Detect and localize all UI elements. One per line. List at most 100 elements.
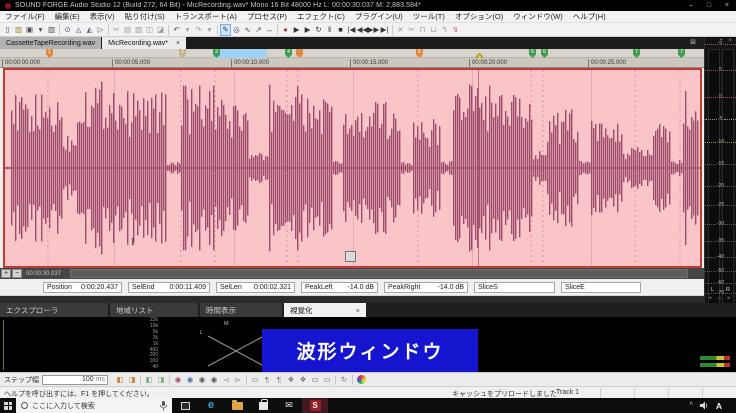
undo-dropdown-icon[interactable]: ▾ (182, 24, 193, 36)
zoom-out-button[interactable]: − (12, 269, 22, 278)
timeline-marker-7[interactable]: 7 (633, 49, 640, 58)
menu-item-11[interactable]: ヘルプ(H) (568, 11, 611, 23)
trim-icon[interactable]: ◫ (144, 24, 155, 36)
show-left-icon[interactable]: ◉ (196, 374, 208, 386)
timeline-marker-4[interactable] (296, 49, 303, 58)
status-field-slices[interactable]: SliceS (474, 282, 555, 293)
batch-convert-icon[interactable]: ▷ (95, 24, 106, 36)
fast-forward-icon[interactable]: ▶▶ (368, 24, 379, 36)
document-tab-1[interactable]: MicRecording.wav*× (102, 37, 186, 49)
layout-6-icon[interactable]: ▭ (309, 374, 321, 386)
menu-item-4[interactable]: トランスポート(A) (170, 11, 242, 23)
status-field-selend[interactable]: SelEnd0:00:11.409 (128, 282, 210, 293)
redo-icon[interactable]: ↷ (193, 24, 204, 36)
loop-playback-icon[interactable]: ↻ (313, 24, 324, 36)
marker-bar[interactable]: 123456677 (0, 49, 704, 58)
selection-handle[interactable] (345, 251, 356, 262)
file-explorer-button[interactable] (224, 398, 250, 413)
play-icon[interactable]: ▶ (302, 24, 313, 36)
panel-tab-close-icon[interactable]: × (326, 306, 360, 315)
document-tab-0[interactable]: CassetteTapeRecording.wav (0, 37, 101, 49)
mix-icon[interactable]: ◪ (155, 24, 166, 36)
menu-item-8[interactable]: ツール(T) (408, 11, 450, 23)
zoom-in-button[interactable]: + (1, 269, 11, 278)
close-button[interactable]: × (718, 0, 736, 11)
panel-tab-2[interactable]: 時間表示 (200, 303, 282, 317)
envelope-tool-icon[interactable]: ↗ (253, 24, 264, 36)
minimize-button[interactable]: – (682, 0, 700, 11)
panel-tab-0[interactable]: エクスプローラ (0, 303, 108, 317)
timeline-marker-6[interactable]: 6 (529, 49, 536, 58)
save-icon[interactable]: ▣ (24, 24, 35, 36)
play-all-icon[interactable]: ▶ (291, 24, 302, 36)
snip-icon[interactable]: ✂ (406, 24, 417, 36)
menu-item-3[interactable]: 貼り付け(S) (120, 11, 170, 23)
step-width-input[interactable]: 100 ms (42, 375, 108, 385)
cut-icon[interactable]: ✂ (111, 24, 122, 36)
layout-5-icon[interactable]: ❖ (297, 374, 309, 386)
show-right-icon[interactable]: ◉ (208, 374, 220, 386)
event-tool-icon[interactable]: ↔ (264, 24, 275, 36)
repeat-icon[interactable]: ↯ (450, 24, 461, 36)
menu-item-1[interactable]: 編集(E) (50, 11, 85, 23)
undo-icon[interactable]: ↶ (171, 24, 182, 36)
save-dropdown-icon[interactable]: ▾ (35, 24, 46, 36)
open-file-icon[interactable]: ▨ (13, 24, 24, 36)
menu-item-0[interactable]: ファイル(F) (0, 11, 50, 23)
prev-marker-icon[interactable]: ◧ (114, 374, 126, 386)
panel-tab-1[interactable]: 地域リスト (110, 303, 198, 317)
show-peak-icon[interactable]: ◉ (172, 374, 184, 386)
new-file-icon[interactable]: ▯ (2, 24, 13, 36)
mail-button[interactable]: ✉ (276, 398, 302, 413)
time-ruler[interactable]: 00:00:00.00000:00:05.00000:00:10.00000:0… (0, 58, 704, 68)
tab-close-icon[interactable]: × (176, 40, 180, 47)
panel-splitter[interactable] (0, 296, 704, 303)
layout-3-icon[interactable]: ¶ (273, 374, 285, 386)
layout-2-icon[interactable]: ¶ (261, 374, 273, 386)
taskbar-search-input[interactable]: ここに入力して検索 (16, 398, 172, 413)
meter-footer-buttons[interactable]: + − × (705, 296, 736, 302)
magnify-tool-icon[interactable]: ◎ (231, 24, 242, 36)
show-spectrum-icon[interactable]: ◉ (184, 374, 196, 386)
waveform-view[interactable] (3, 68, 702, 268)
status-field-peakleft[interactable]: PeakLeft-14.0 dB (301, 282, 378, 293)
status-field-peakright[interactable]: PeakRight-14.0 dB (384, 282, 468, 293)
edit-tool-icon[interactable]: ✎ (220, 24, 231, 36)
paste-icon[interactable]: ▧ (133, 24, 144, 36)
copy-icon[interactable]: ▤ (122, 24, 133, 36)
pencil-tool-icon[interactable]: ∿ (242, 24, 253, 36)
layout-1-icon[interactable]: ▭ (249, 374, 261, 386)
crossfade-icon[interactable]: ✕ (395, 24, 406, 36)
tray-chevron-icon[interactable]: ^ (690, 402, 693, 409)
copy-selection-icon[interactable]: ⊓ (417, 24, 428, 36)
task-view-button[interactable] (172, 398, 198, 413)
paste-selection-icon[interactable]: ⊔ (428, 24, 439, 36)
timeline-marker-6[interactable]: 6 (541, 49, 548, 58)
rotate-right-icon[interactable]: ▻ (232, 374, 244, 386)
color-scheme-icon[interactable] (355, 374, 367, 386)
status-field-sellen[interactable]: SelLen0:00:02.321 (216, 282, 295, 293)
import-audio-icon[interactable]: ◬ (73, 24, 84, 36)
layout-4-icon[interactable]: ❖ (285, 374, 297, 386)
store-button[interactable] (250, 398, 276, 413)
go-to-start-icon[interactable]: |◀ (346, 24, 357, 36)
file-properties-icon[interactable]: ⊙ (62, 24, 73, 36)
edge-button[interactable]: e (198, 398, 224, 413)
export-audio-icon[interactable]: ◭ (84, 24, 95, 36)
next-marker-icon[interactable]: ◨ (126, 374, 138, 386)
prev-region-icon[interactable]: ◧ (143, 374, 155, 386)
timeline-marker-4[interactable]: 4 (285, 49, 292, 58)
start-button[interactable] (0, 398, 16, 413)
redo-dropdown-icon[interactable]: ▾ (204, 24, 215, 36)
maximize-button[interactable]: □ (700, 0, 718, 11)
menu-item-6[interactable]: エフェクト(C) (292, 11, 350, 23)
menu-item-7[interactable]: プラグイン(U) (350, 11, 408, 23)
timeline-marker-2[interactable]: 2 (179, 49, 186, 58)
stop-icon[interactable]: ■ (335, 24, 346, 36)
status-field-slicee[interactable]: SliceE (561, 282, 641, 293)
record-icon[interactable]: ● (280, 24, 291, 36)
save-all-icon[interactable]: ▥ (46, 24, 57, 36)
ime-indicator[interactable]: A (716, 401, 722, 411)
timeline-marker-7[interactable]: 7 (678, 49, 685, 58)
layout-7-icon[interactable]: ▭ (321, 374, 333, 386)
